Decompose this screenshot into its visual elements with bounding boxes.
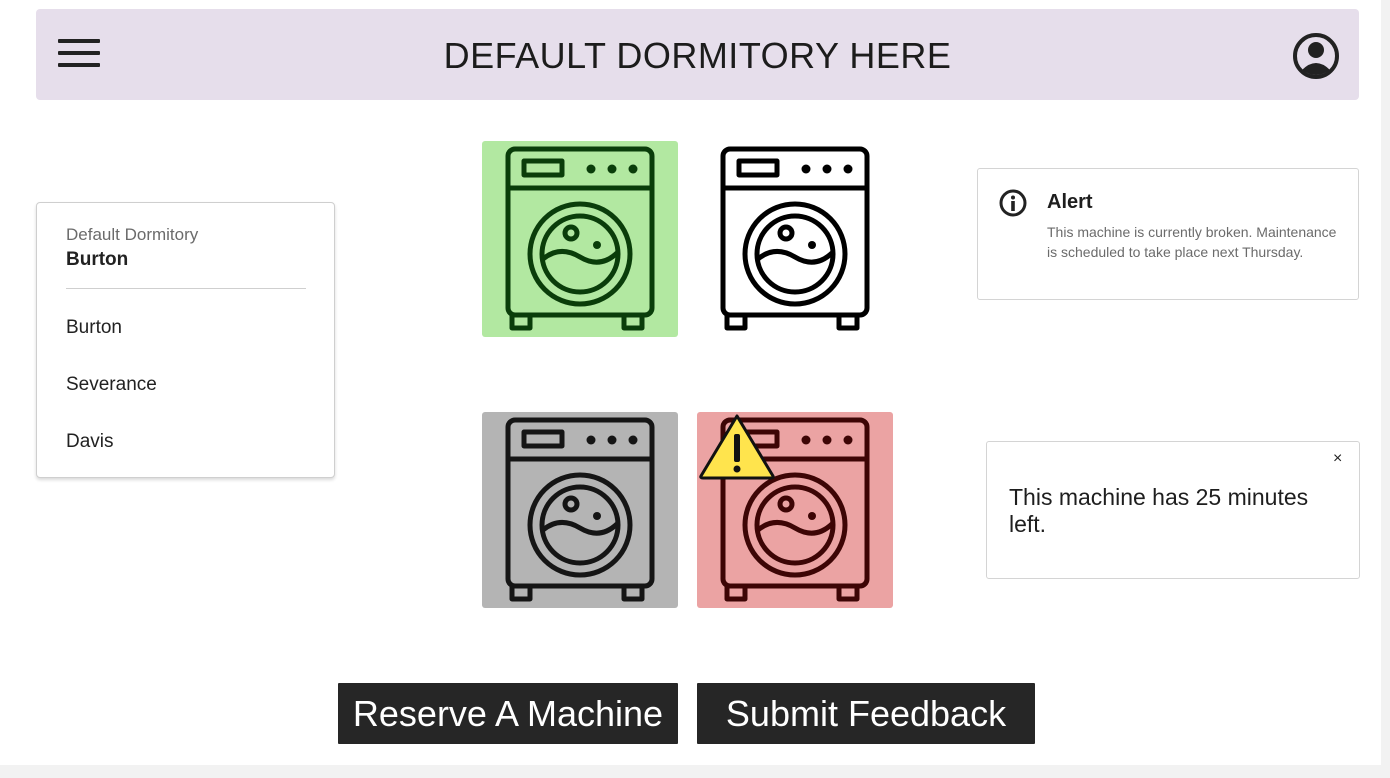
- reserve-machine-button[interactable]: Reserve A Machine: [338, 683, 678, 744]
- alert-title: Alert: [1047, 191, 1093, 213]
- alert-card: Alert This machine is currently broken. …: [977, 168, 1359, 300]
- machine-tile-broken[interactable]: [697, 412, 893, 608]
- info-icon: [999, 189, 1027, 217]
- machine-tile-available[interactable]: [482, 141, 678, 337]
- washing-machine-icon: [505, 417, 655, 602]
- selected-dormitory[interactable]: Burton: [66, 249, 128, 271]
- page: DEFAULT DORMITORY HERE Default Dormitory…: [0, 0, 1381, 765]
- washing-machine-icon: [505, 146, 655, 331]
- washing-machine-icon: [720, 146, 870, 331]
- dormitory-selector: Default Dormitory Burton Burton Severanc…: [36, 202, 335, 478]
- close-icon[interactable]: ×: [1333, 450, 1342, 468]
- machine-tile-selected[interactable]: [697, 141, 893, 337]
- time-remaining-toast: × This machine has 25 minutes left.: [986, 441, 1360, 579]
- app-header: DEFAULT DORMITORY HERE: [36, 9, 1359, 100]
- divider: [66, 288, 306, 289]
- dormitory-label: Default Dormitory: [66, 225, 199, 244]
- warning-triangle-icon: [699, 414, 775, 480]
- toast-message: This machine has 25 minutes left.: [1009, 484, 1309, 537]
- machine-tile-in-use[interactable]: [482, 412, 678, 608]
- alert-message: This machine is currently broken. Mainte…: [1047, 224, 1337, 260]
- dorm-option-davis[interactable]: Davis: [66, 431, 114, 453]
- dorm-option-burton[interactable]: Burton: [66, 317, 122, 339]
- account-circle-icon[interactable]: [1292, 32, 1340, 80]
- page-title: DEFAULT DORMITORY HERE: [443, 35, 952, 76]
- dorm-option-severance[interactable]: Severance: [66, 374, 157, 396]
- submit-feedback-button[interactable]: Submit Feedback: [697, 683, 1035, 744]
